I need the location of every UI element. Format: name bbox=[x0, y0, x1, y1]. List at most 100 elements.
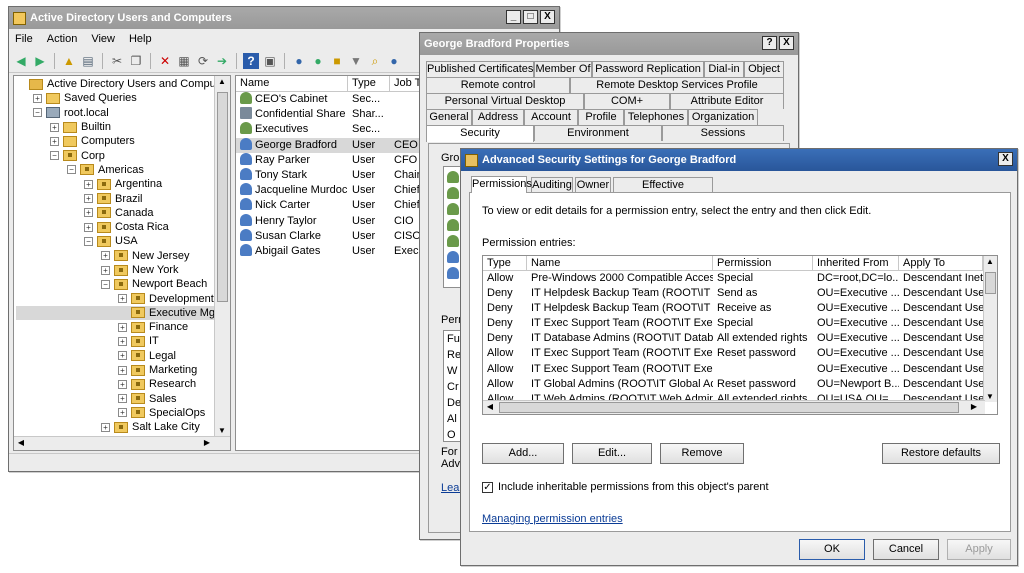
tab-com-[interactable]: COM+ bbox=[584, 93, 670, 109]
menu-view[interactable]: View bbox=[91, 33, 115, 45]
expand-icon[interactable]: + bbox=[118, 351, 127, 361]
tree-node[interactable]: + Legal bbox=[16, 349, 230, 363]
ok-button[interactable]: OK bbox=[799, 539, 865, 560]
cut-icon[interactable]: ✂ bbox=[109, 53, 125, 69]
tree-node[interactable]: + Finance bbox=[16, 320, 230, 334]
tree-node[interactable]: − Newport Beach bbox=[16, 277, 230, 291]
scroll-down-icon[interactable]: ▼ bbox=[984, 392, 996, 401]
tree-node[interactable]: + SpecialOps bbox=[16, 406, 230, 420]
tab-personal-virtual-desktop[interactable]: Personal Virtual Desktop bbox=[426, 93, 584, 109]
tab-password-replication[interactable]: Password Replication bbox=[592, 61, 704, 77]
tree-node[interactable]: + Salt Lake City bbox=[16, 420, 230, 434]
scroll-right-icon[interactable]: ▶ bbox=[967, 402, 981, 411]
console-icon[interactable]: ▣ bbox=[262, 53, 278, 69]
column-type[interactable]: Type bbox=[348, 76, 390, 91]
column-name[interactable]: Name bbox=[527, 256, 713, 270]
copy-icon[interactable]: ❐ bbox=[128, 53, 144, 69]
show-tree-icon[interactable]: ▤ bbox=[80, 53, 96, 69]
tree-node[interactable]: + Saved Queries bbox=[16, 91, 230, 105]
find-icon[interactable]: ⌕ bbox=[367, 53, 383, 69]
edit-button[interactable]: Edit... bbox=[572, 443, 652, 464]
tab-remote-control[interactable]: Remote control bbox=[426, 77, 570, 93]
add-to-group-icon[interactable]: ● bbox=[386, 53, 402, 69]
permission-entry-row[interactable]: Deny IT Helpdesk Backup Team (ROOT\IT ...… bbox=[483, 286, 997, 301]
forward-arrow-icon[interactable]: ▶ bbox=[32, 53, 48, 69]
expand-icon[interactable]: + bbox=[84, 179, 93, 189]
permission-entry-row[interactable]: Allow IT Global Admins (ROOT\IT Global Ad… bbox=[483, 377, 997, 392]
tree-node[interactable]: + Brazil bbox=[16, 191, 230, 205]
tree-node[interactable]: + Sales bbox=[16, 392, 230, 406]
minimize-button[interactable]: _ bbox=[506, 10, 521, 24]
tree-node[interactable]: + New Jersey bbox=[16, 249, 230, 263]
filter-icon[interactable]: ▼ bbox=[348, 53, 364, 69]
tab-remote-desktop-services-profile[interactable]: Remote Desktop Services Profile bbox=[570, 77, 784, 93]
collapse-icon[interactable]: − bbox=[84, 236, 93, 246]
tab-member-of[interactable]: Member Of bbox=[534, 61, 592, 77]
tab-owner[interactable]: Owner bbox=[575, 177, 611, 193]
tree-node[interactable]: + Builtin bbox=[16, 120, 230, 134]
tab-general[interactable]: General bbox=[426, 109, 472, 125]
tab-published-certificates[interactable]: Published Certificates bbox=[426, 61, 534, 77]
tree-node[interactable]: − root.local bbox=[16, 106, 230, 120]
expand-icon[interactable]: + bbox=[118, 408, 127, 418]
tab-telephones[interactable]: Telephones bbox=[624, 109, 688, 125]
new-group-icon[interactable]: ● bbox=[310, 53, 326, 69]
tree-node[interactable]: + New York bbox=[16, 263, 230, 277]
close-button[interactable]: X bbox=[998, 152, 1013, 166]
expand-icon[interactable]: + bbox=[33, 93, 42, 103]
expand-icon[interactable]: + bbox=[84, 194, 93, 204]
tree-node[interactable]: − Corp bbox=[16, 148, 230, 162]
up-folder-icon[interactable]: ▲ bbox=[61, 53, 77, 69]
expand-icon[interactable]: + bbox=[50, 136, 59, 146]
remove-button[interactable]: Remove bbox=[660, 443, 744, 464]
expand-icon[interactable]: + bbox=[118, 379, 127, 389]
collapse-icon[interactable]: − bbox=[101, 279, 110, 289]
ad-window-titlebar[interactable]: Active Directory Users and Computers _ □… bbox=[9, 7, 559, 29]
tree-node[interactable]: + Canada bbox=[16, 206, 230, 220]
tree-node[interactable]: − USA bbox=[16, 234, 230, 248]
new-ou-icon[interactable]: ■ bbox=[329, 53, 345, 69]
tree-horizontal-scrollbar[interactable]: ◀ ▶ bbox=[14, 436, 230, 450]
include-inheritable-checkbox[interactable]: ✓ bbox=[482, 482, 493, 493]
scroll-up-icon[interactable]: ▲ bbox=[215, 77, 229, 86]
tab-effective-permissions[interactable]: Effective Permissions bbox=[613, 177, 713, 205]
tree-node[interactable]: + Marketing bbox=[16, 363, 230, 377]
tab-dial-in[interactable]: Dial-in bbox=[704, 61, 744, 77]
entries-horizontal-scrollbar[interactable]: ◀ ▶ bbox=[483, 400, 985, 414]
scroll-left-icon[interactable]: ◀ bbox=[483, 402, 497, 411]
include-inheritable-label[interactable]: Include inheritable permissions from thi… bbox=[498, 481, 769, 493]
scroll-right-icon[interactable]: ▶ bbox=[200, 438, 214, 447]
menu-action[interactable]: Action bbox=[47, 33, 78, 45]
refresh-icon[interactable]: ⟳ bbox=[195, 53, 211, 69]
tab-environment[interactable]: Environment bbox=[534, 125, 662, 141]
expand-icon[interactable]: + bbox=[118, 336, 127, 346]
collapse-icon[interactable]: − bbox=[50, 151, 59, 161]
scroll-down-icon[interactable]: ▼ bbox=[215, 426, 229, 435]
tab-account[interactable]: Account bbox=[524, 109, 578, 125]
tree-node[interactable]: + Costa Rica bbox=[16, 220, 230, 234]
collapse-icon[interactable]: − bbox=[33, 108, 42, 118]
delete-icon[interactable]: ✕ bbox=[157, 53, 173, 69]
close-button[interactable]: X bbox=[779, 36, 794, 50]
scroll-left-icon[interactable]: ◀ bbox=[14, 438, 28, 447]
restore-defaults-button[interactable]: Restore defaults bbox=[882, 443, 1000, 464]
expand-icon[interactable]: + bbox=[50, 122, 59, 132]
tree-node[interactable]: + IT bbox=[16, 334, 230, 348]
expand-icon[interactable]: + bbox=[101, 265, 110, 275]
advanced-security-titlebar[interactable]: Advanced Security Settings for George Br… bbox=[461, 149, 1017, 171]
close-button[interactable]: X bbox=[540, 10, 555, 24]
expand-icon[interactable]: + bbox=[101, 251, 110, 261]
back-arrow-icon[interactable]: ◀ bbox=[13, 53, 29, 69]
column-type[interactable]: Type bbox=[483, 256, 527, 270]
tab-object[interactable]: Object bbox=[744, 61, 784, 77]
tree-node[interactable]: − Americas bbox=[16, 163, 230, 177]
expand-icon[interactable]: + bbox=[101, 422, 110, 432]
tab-profile[interactable]: Profile bbox=[578, 109, 624, 125]
tab-sessions[interactable]: Sessions bbox=[662, 125, 784, 141]
menu-help[interactable]: Help bbox=[129, 33, 152, 45]
expand-icon[interactable]: + bbox=[118, 394, 127, 404]
scroll-up-icon[interactable]: ▲ bbox=[984, 257, 996, 266]
cancel-button[interactable]: Cancel bbox=[873, 539, 939, 560]
properties-icon[interactable]: ▦ bbox=[176, 53, 192, 69]
tree-node[interactable]: + Research bbox=[16, 377, 230, 391]
